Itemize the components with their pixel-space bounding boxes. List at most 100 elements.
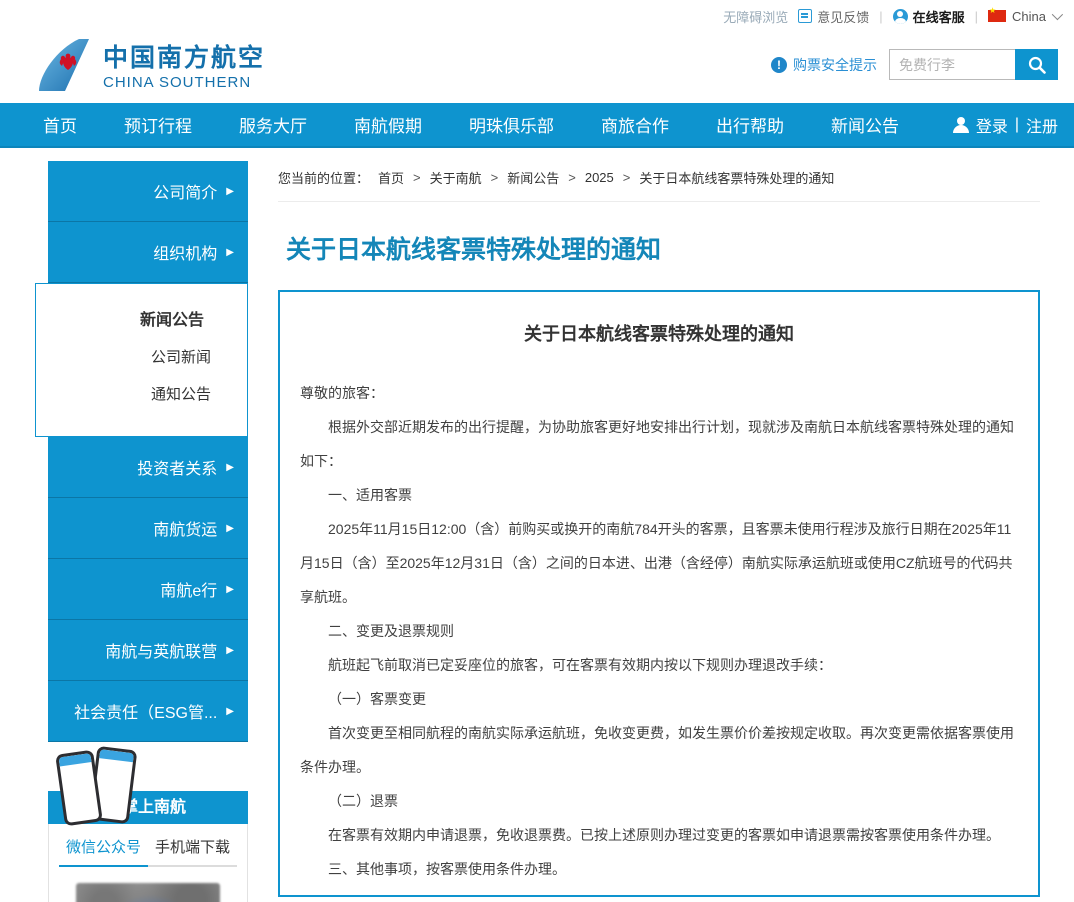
- online-service-label: 在线客服: [913, 7, 965, 26]
- content-column: 您当前的位置： 首页 > 关于南航 > 新闻公告 > 2025 > 关于日本航线…: [278, 168, 1040, 897]
- search-icon: [1028, 56, 1046, 74]
- sidebar-subitem-company-news[interactable]: 公司新闻: [36, 346, 247, 367]
- article-subsection-heading: （二）退票: [300, 784, 1018, 818]
- sidebar-item-news-announcements[interactable]: 新闻公告: [36, 306, 247, 330]
- logo-chinese-name: 中国南方航空: [103, 38, 265, 74]
- region-label: China: [1012, 9, 1046, 24]
- sidebar: 公司简介 ▶ 组织机构 ▶ 新闻公告 公司新闻 通知公告 投资者关系 ▶ 南航货…: [35, 161, 248, 902]
- sidebar-item-company-profile[interactable]: 公司简介 ▶: [48, 161, 248, 222]
- topbar-separator: |: [975, 9, 978, 24]
- breadcrumb: 您当前的位置： 首页 > 关于南航 > 新闻公告 > 2025 > 关于日本航线…: [278, 168, 1040, 202]
- sidebar-item-label: 公司简介: [153, 179, 217, 203]
- breadcrumb-separator: >: [623, 170, 631, 185]
- sidebar-item-investor-relations[interactable]: 投资者关系 ▶: [48, 437, 248, 498]
- article-subsection-heading: （一）客票变更: [300, 682, 1018, 716]
- logo-link[interactable]: 中国南方航空 CHINA SOUTHERN: [35, 37, 265, 93]
- nav-item-home[interactable]: 首页: [43, 112, 77, 137]
- arrow-right-icon: ▶: [226, 523, 234, 534]
- sidebar-item-label: 南航与英航联营: [105, 638, 217, 662]
- breadcrumb-separator: >: [413, 170, 421, 185]
- sidebar-active-section: 新闻公告 公司新闻 通知公告: [35, 283, 248, 437]
- sidebar-subitem-notices[interactable]: 通知公告: [36, 383, 247, 404]
- app-tabs: 微信公众号 手机端下载: [59, 836, 237, 867]
- arrow-right-icon: ▶: [226, 462, 234, 473]
- region-selector[interactable]: China: [988, 9, 1060, 24]
- article-paragraph: 在客票有效期内申请退票，免收退票费。已按上述原则办理过变更的客票如申请退票需按客…: [300, 818, 1018, 852]
- notice-article: 关于日本航线客票特殊处理的通知 尊敬的旅客： 根据外交部近期发布的出行提醒，为协…: [278, 290, 1040, 897]
- register-link[interactable]: 注册: [1026, 113, 1058, 137]
- nav-item-booking[interactable]: 预订行程: [124, 112, 192, 137]
- top-utility-bar: 无障碍浏览 意见反馈 | 在线客服 | China: [0, 0, 1074, 26]
- header-right: ! 购票安全提示: [771, 49, 1058, 80]
- sidebar-item-label: 投资者关系: [137, 455, 217, 479]
- safety-notice-label: 购票安全提示: [793, 55, 877, 75]
- phones-image: [60, 748, 138, 828]
- article-paragraph: 航班起飞前取消已定妥座位的旅客，可在客票有效期内按以下规则办理退改手续：: [300, 648, 1018, 682]
- article-paragraph: 尊敬的旅客：: [300, 376, 1018, 410]
- chevron-down-icon: [1052, 9, 1063, 20]
- nav-item-holidays[interactable]: 南航假期: [354, 112, 422, 137]
- article-section-heading: 二、变更及退票规则: [300, 614, 1018, 648]
- auth-area: 登录 | 注册: [953, 113, 1058, 137]
- airline-tail-logo-icon: [35, 37, 93, 93]
- app-tabs-panel: 微信公众号 手机端下载: [48, 824, 248, 902]
- feedback-link[interactable]: 意见反馈: [798, 7, 869, 26]
- main-area: 公司简介 ▶ 组织机构 ▶ 新闻公告 公司新闻 通知公告 投资者关系 ▶ 南航货…: [0, 148, 1074, 877]
- breadcrumb-separator: >: [491, 170, 499, 185]
- article-section-heading: 一、适用客票: [300, 478, 1018, 512]
- arrow-right-icon: ▶: [226, 186, 234, 197]
- nav-item-business-travel[interactable]: 商旅合作: [601, 112, 669, 137]
- breadcrumb-item-news[interactable]: 新闻公告: [507, 168, 559, 187]
- breadcrumb-item-home[interactable]: 首页: [378, 168, 404, 187]
- breadcrumb-item-current: 关于日本航线客票特殊处理的通知: [639, 168, 834, 187]
- breadcrumb-item-about[interactable]: 关于南航: [430, 168, 482, 187]
- sidebar-item-etravel[interactable]: 南航e行 ▶: [48, 559, 248, 620]
- tab-wechat-official[interactable]: 微信公众号: [59, 836, 148, 867]
- online-service-link[interactable]: 在线客服: [893, 7, 965, 26]
- nav-item-service-hall[interactable]: 服务大厅: [239, 112, 307, 137]
- article-paragraph: 三、其他事项，按客票使用条件办理。: [300, 852, 1018, 886]
- feedback-label: 意见反馈: [817, 7, 869, 26]
- topbar-separator: |: [879, 9, 882, 24]
- login-link[interactable]: 登录: [976, 113, 1008, 137]
- sidebar-item-label: 社会责任（ESG管...: [74, 699, 217, 723]
- tab-mobile-download[interactable]: 手机端下载: [148, 836, 237, 867]
- wechat-qr-image: [76, 883, 220, 902]
- user-icon: [953, 117, 969, 133]
- sidebar-item-label: 组织机构: [153, 240, 217, 264]
- nav-item-news[interactable]: 新闻公告: [831, 112, 899, 137]
- page-title: 关于日本航线客票特殊处理的通知: [286, 230, 1040, 266]
- arrow-right-icon: ▶: [226, 706, 234, 717]
- arrow-right-icon: ▶: [226, 247, 234, 258]
- breadcrumb-separator: >: [568, 170, 576, 185]
- sidebar-item-label: 南航货运: [153, 516, 217, 540]
- info-icon: !: [771, 57, 787, 73]
- nav-item-sky-pearl-club[interactable]: 明珠俱乐部: [469, 112, 554, 137]
- search-button[interactable]: [1015, 49, 1058, 80]
- site-header: 中国南方航空 CHINA SOUTHERN ! 购票安全提示: [0, 26, 1074, 103]
- breadcrumb-prefix: 您当前的位置：: [278, 168, 369, 187]
- feedback-form-icon: [798, 9, 812, 23]
- sidebar-item-ba-joint-venture[interactable]: 南航与英航联营 ▶: [48, 620, 248, 681]
- nav-item-travel-help[interactable]: 出行帮助: [716, 112, 784, 137]
- logo-text: 中国南方航空 CHINA SOUTHERN: [103, 38, 265, 91]
- logo-english-name: CHINA SOUTHERN: [103, 74, 265, 91]
- sidebar-item-label: 南航e行: [160, 577, 217, 601]
- mobile-app-banner: 掌上南航: [48, 791, 248, 824]
- article-paragraph: 根据外交部近期发布的出行提醒，为协助旅客更好地安排出行计划，现就涉及南航日本航线…: [300, 410, 1018, 478]
- main-nav: 首页 预订行程 服务大厅 南航假期 明珠俱乐部 商旅合作 出行帮助 新闻公告 登…: [0, 103, 1074, 148]
- article-title: 关于日本航线客票特殊处理的通知: [300, 320, 1018, 346]
- ticket-safety-notice-link[interactable]: ! 购票安全提示: [771, 55, 877, 75]
- sidebar-item-cargo[interactable]: 南航货运 ▶: [48, 498, 248, 559]
- auth-divider: |: [1015, 116, 1019, 134]
- search-input[interactable]: [889, 49, 1015, 80]
- article-paragraph: 首次变更至相同航程的南航实际承运航班，免收变更费，如发生票价价差按规定收取。再次…: [300, 716, 1018, 784]
- arrow-right-icon: ▶: [226, 645, 234, 656]
- breadcrumb-item-2025[interactable]: 2025: [585, 170, 614, 185]
- accessibility-link[interactable]: 无障碍浏览: [723, 7, 788, 26]
- sidebar-item-esg[interactable]: 社会责任（ESG管... ▶: [48, 681, 248, 742]
- sidebar-item-organization[interactable]: 组织机构 ▶: [48, 222, 248, 283]
- search-box: [889, 49, 1058, 80]
- arrow-right-icon: ▶: [226, 584, 234, 595]
- customer-service-icon: [893, 9, 908, 24]
